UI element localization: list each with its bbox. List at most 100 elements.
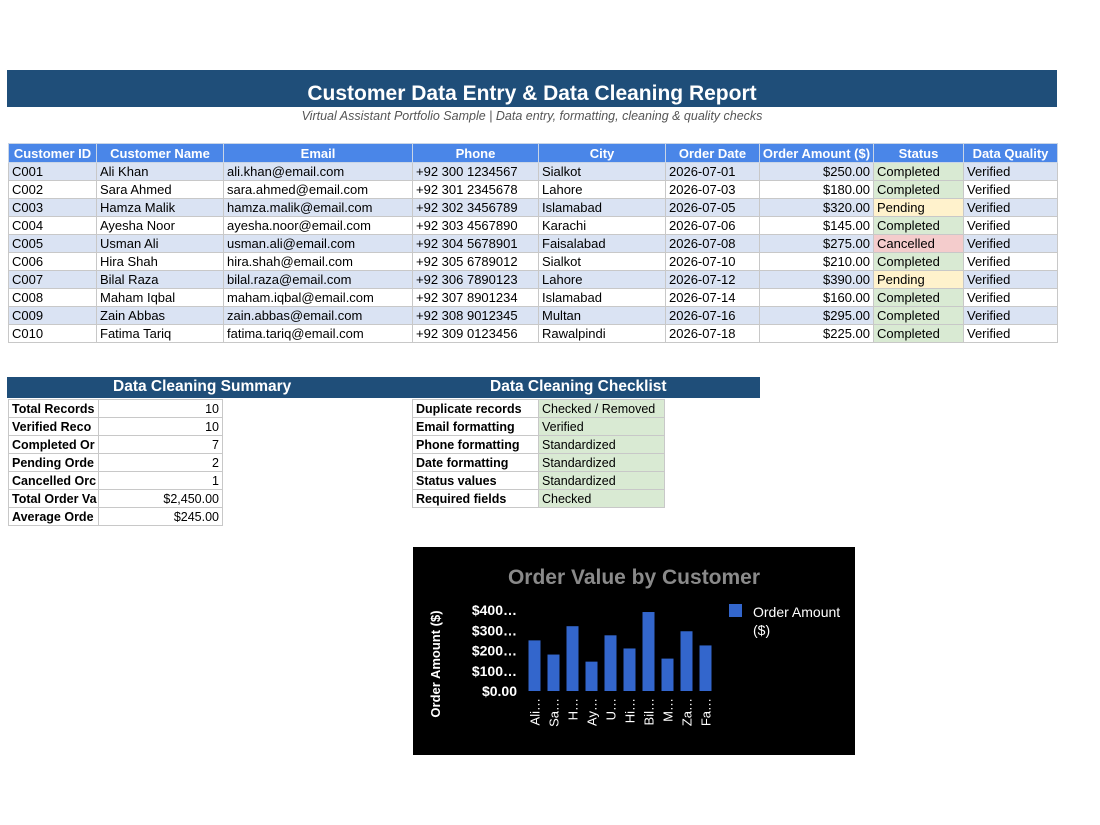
table-cell[interactable]: Bilal Raza	[96, 270, 224, 289]
table-cell[interactable]: 2026-07-12	[665, 270, 760, 289]
summary-value[interactable]: 7	[98, 435, 223, 454]
table-cell[interactable]: $320.00	[759, 198, 874, 217]
column-header[interactable]: Customer Name	[96, 143, 224, 163]
table-cell[interactable]: Verified	[963, 306, 1058, 325]
table-cell[interactable]: 2026-07-14	[665, 288, 760, 307]
table-cell[interactable]: +92 303 4567890	[412, 216, 539, 235]
table-cell[interactable]: $250.00	[759, 162, 874, 181]
table-cell[interactable]: usman.ali@email.com	[223, 234, 413, 253]
table-cell[interactable]: Karachi	[538, 216, 666, 235]
table-cell[interactable]: 2026-07-06	[665, 216, 760, 235]
summary-value[interactable]: 10	[98, 417, 223, 436]
table-cell[interactable]: 2026-07-10	[665, 252, 760, 271]
table-cell[interactable]: +92 306 7890123	[412, 270, 539, 289]
table-cell[interactable]: bilal.raza@email.com	[223, 270, 413, 289]
table-cell[interactable]: Ali Khan	[96, 162, 224, 181]
table-cell[interactable]: sara.ahmed@email.com	[223, 180, 413, 199]
table-cell[interactable]: Multan	[538, 306, 666, 325]
summary-label[interactable]: Completed Or	[8, 435, 99, 454]
table-cell[interactable]: Completed	[873, 180, 964, 199]
table-cell[interactable]: ayesha.noor@email.com	[223, 216, 413, 235]
summary-value[interactable]: 1	[98, 471, 223, 490]
table-cell[interactable]: $225.00	[759, 324, 874, 343]
table-cell[interactable]: +92 307 8901234	[412, 288, 539, 307]
column-header[interactable]: Email	[223, 143, 413, 163]
table-cell[interactable]: Completed	[873, 162, 964, 181]
table-cell[interactable]: maham.iqbal@email.com	[223, 288, 413, 307]
table-cell[interactable]: Ayesha Noor	[96, 216, 224, 235]
table-cell[interactable]: Verified	[963, 162, 1058, 181]
column-header[interactable]: Order Date	[665, 143, 760, 163]
table-cell[interactable]: Verified	[963, 234, 1058, 253]
checklist-label[interactable]: Phone formatting	[412, 435, 539, 454]
checklist-label[interactable]: Date formatting	[412, 453, 539, 472]
checklist-value[interactable]: Checked / Removed	[538, 399, 665, 418]
table-cell[interactable]: Verified	[963, 288, 1058, 307]
table-cell[interactable]: C005	[8, 234, 97, 253]
table-cell[interactable]: $275.00	[759, 234, 874, 253]
table-cell[interactable]: Faisalabad	[538, 234, 666, 253]
table-cell[interactable]: +92 304 5678901	[412, 234, 539, 253]
table-cell[interactable]: $160.00	[759, 288, 874, 307]
summary-label[interactable]: Average Orde	[8, 507, 99, 526]
table-cell[interactable]: +92 305 6789012	[412, 252, 539, 271]
checklist-label[interactable]: Required fields	[412, 489, 539, 508]
table-cell[interactable]: $210.00	[759, 252, 874, 271]
summary-label[interactable]: Total Records	[8, 399, 99, 418]
table-cell[interactable]: Completed	[873, 306, 964, 325]
table-cell[interactable]: Verified	[963, 216, 1058, 235]
summary-value[interactable]: $245.00	[98, 507, 223, 526]
table-cell[interactable]: Verified	[963, 252, 1058, 271]
column-header[interactable]: Phone	[412, 143, 539, 163]
table-cell[interactable]: Verified	[963, 270, 1058, 289]
table-cell[interactable]: hira.shah@email.com	[223, 252, 413, 271]
table-cell[interactable]: 2026-07-08	[665, 234, 760, 253]
table-cell[interactable]: +92 308 9012345	[412, 306, 539, 325]
summary-label[interactable]: Pending Orde	[8, 453, 99, 472]
table-cell[interactable]: C002	[8, 180, 97, 199]
table-cell[interactable]: Pending	[873, 270, 964, 289]
table-cell[interactable]: Verified	[963, 180, 1058, 199]
table-cell[interactable]: +92 309 0123456	[412, 324, 539, 343]
summary-label[interactable]: Total Order Va	[8, 489, 99, 508]
table-cell[interactable]: zain.abbas@email.com	[223, 306, 413, 325]
table-cell[interactable]: Zain Abbas	[96, 306, 224, 325]
table-cell[interactable]: Fatima Tariq	[96, 324, 224, 343]
table-cell[interactable]: C001	[8, 162, 97, 181]
table-cell[interactable]: Pending	[873, 198, 964, 217]
table-cell[interactable]: Lahore	[538, 270, 666, 289]
table-cell[interactable]: Cancelled	[873, 234, 964, 253]
checklist-value[interactable]: Standardized	[538, 453, 665, 472]
table-cell[interactable]: 2026-07-01	[665, 162, 760, 181]
table-cell[interactable]: Islamabad	[538, 198, 666, 217]
summary-value[interactable]: 10	[98, 399, 223, 418]
table-cell[interactable]: $145.00	[759, 216, 874, 235]
table-cell[interactable]: Islamabad	[538, 288, 666, 307]
table-cell[interactable]: fatima.tariq@email.com	[223, 324, 413, 343]
column-header[interactable]: Data Quality	[963, 143, 1058, 163]
table-cell[interactable]: C007	[8, 270, 97, 289]
checklist-value[interactable]: Verified	[538, 417, 665, 436]
column-header[interactable]: Order Amount ($)	[759, 143, 874, 163]
table-cell[interactable]: Usman Ali	[96, 234, 224, 253]
summary-value[interactable]: 2	[98, 453, 223, 472]
table-cell[interactable]: 2026-07-03	[665, 180, 760, 199]
table-cell[interactable]: C006	[8, 252, 97, 271]
table-cell[interactable]: hamza.malik@email.com	[223, 198, 413, 217]
column-header[interactable]: Status	[873, 143, 964, 163]
checklist-label[interactable]: Status values	[412, 471, 539, 490]
table-cell[interactable]: Sialkot	[538, 162, 666, 181]
table-cell[interactable]: 2026-07-16	[665, 306, 760, 325]
column-header[interactable]: Customer ID	[8, 143, 97, 163]
table-cell[interactable]: +92 302 3456789	[412, 198, 539, 217]
table-cell[interactable]: C008	[8, 288, 97, 307]
table-cell[interactable]: Rawalpindi	[538, 324, 666, 343]
table-cell[interactable]: 2026-07-18	[665, 324, 760, 343]
table-cell[interactable]: Hamza Malik	[96, 198, 224, 217]
table-cell[interactable]: C004	[8, 216, 97, 235]
table-cell[interactable]: $390.00	[759, 270, 874, 289]
table-cell[interactable]: Completed	[873, 252, 964, 271]
table-cell[interactable]: 2026-07-05	[665, 198, 760, 217]
checklist-label[interactable]: Email formatting	[412, 417, 539, 436]
table-cell[interactable]: C010	[8, 324, 97, 343]
